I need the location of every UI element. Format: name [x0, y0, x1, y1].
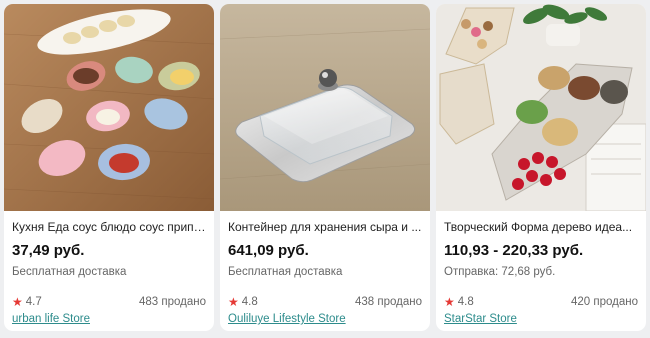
- shipping-info: Отправка: 72,68 руб.: [444, 266, 556, 278]
- product-title[interactable]: Творческий Форма дерево идеа...: [444, 220, 638, 235]
- rating-value: 4.8: [457, 296, 474, 308]
- product-grid: Кухня Еда соус блюдо соус припр... 37,49…: [4, 4, 646, 331]
- sold-count: 483 продано: [138, 296, 206, 308]
- rating-value: 4.7: [25, 296, 42, 308]
- sold-count: 420 продано: [570, 296, 638, 308]
- product-title[interactable]: Контейнер для хранения сыра и ...: [228, 220, 422, 235]
- product-card[interactable]: Творческий Форма дерево идеа... 110,93 -…: [436, 4, 646, 331]
- shipping-info: Бесплатная доставка: [228, 266, 343, 278]
- product-meta: ★ 4.8 420 продано: [444, 295, 638, 309]
- star-icon: ★: [12, 295, 23, 309]
- star-icon: ★: [444, 295, 455, 309]
- rating: ★ 4.8: [228, 295, 258, 309]
- store-link[interactable]: urban life Store: [12, 312, 90, 326]
- butter-dish-photo: [220, 4, 430, 211]
- product-price: 37,49 руб.: [12, 242, 85, 259]
- product-image[interactable]: [220, 4, 430, 211]
- rating: ★ 4.7: [12, 295, 42, 309]
- product-image[interactable]: [4, 4, 214, 211]
- product-meta: ★ 4.7 483 продано: [12, 295, 206, 309]
- rating: ★ 4.8: [444, 295, 474, 309]
- rating-value: 4.8: [241, 296, 258, 308]
- product-price: 110,93 - 220,33 руб.: [444, 242, 584, 259]
- store-link[interactable]: Ouliluye Lifestyle Store: [228, 312, 346, 326]
- product-image[interactable]: [436, 4, 646, 211]
- sold-count: 438 продано: [354, 296, 422, 308]
- leaf-dishes-photo: [4, 4, 214, 211]
- shipping-info: Бесплатная доставка: [12, 266, 127, 278]
- product-card[interactable]: Контейнер для хранения сыра и ... 641,09…: [220, 4, 430, 331]
- product-meta: ★ 4.8 438 продано: [228, 295, 422, 309]
- store-link[interactable]: StarStar Store: [444, 312, 517, 326]
- product-title[interactable]: Кухня Еда соус блюдо соус припр...: [12, 220, 206, 235]
- product-price: 641,09 руб.: [228, 242, 309, 259]
- tree-tray-photo: [436, 4, 646, 211]
- product-card[interactable]: Кухня Еда соус блюдо соус припр... 37,49…: [4, 4, 214, 331]
- star-icon: ★: [228, 295, 239, 309]
